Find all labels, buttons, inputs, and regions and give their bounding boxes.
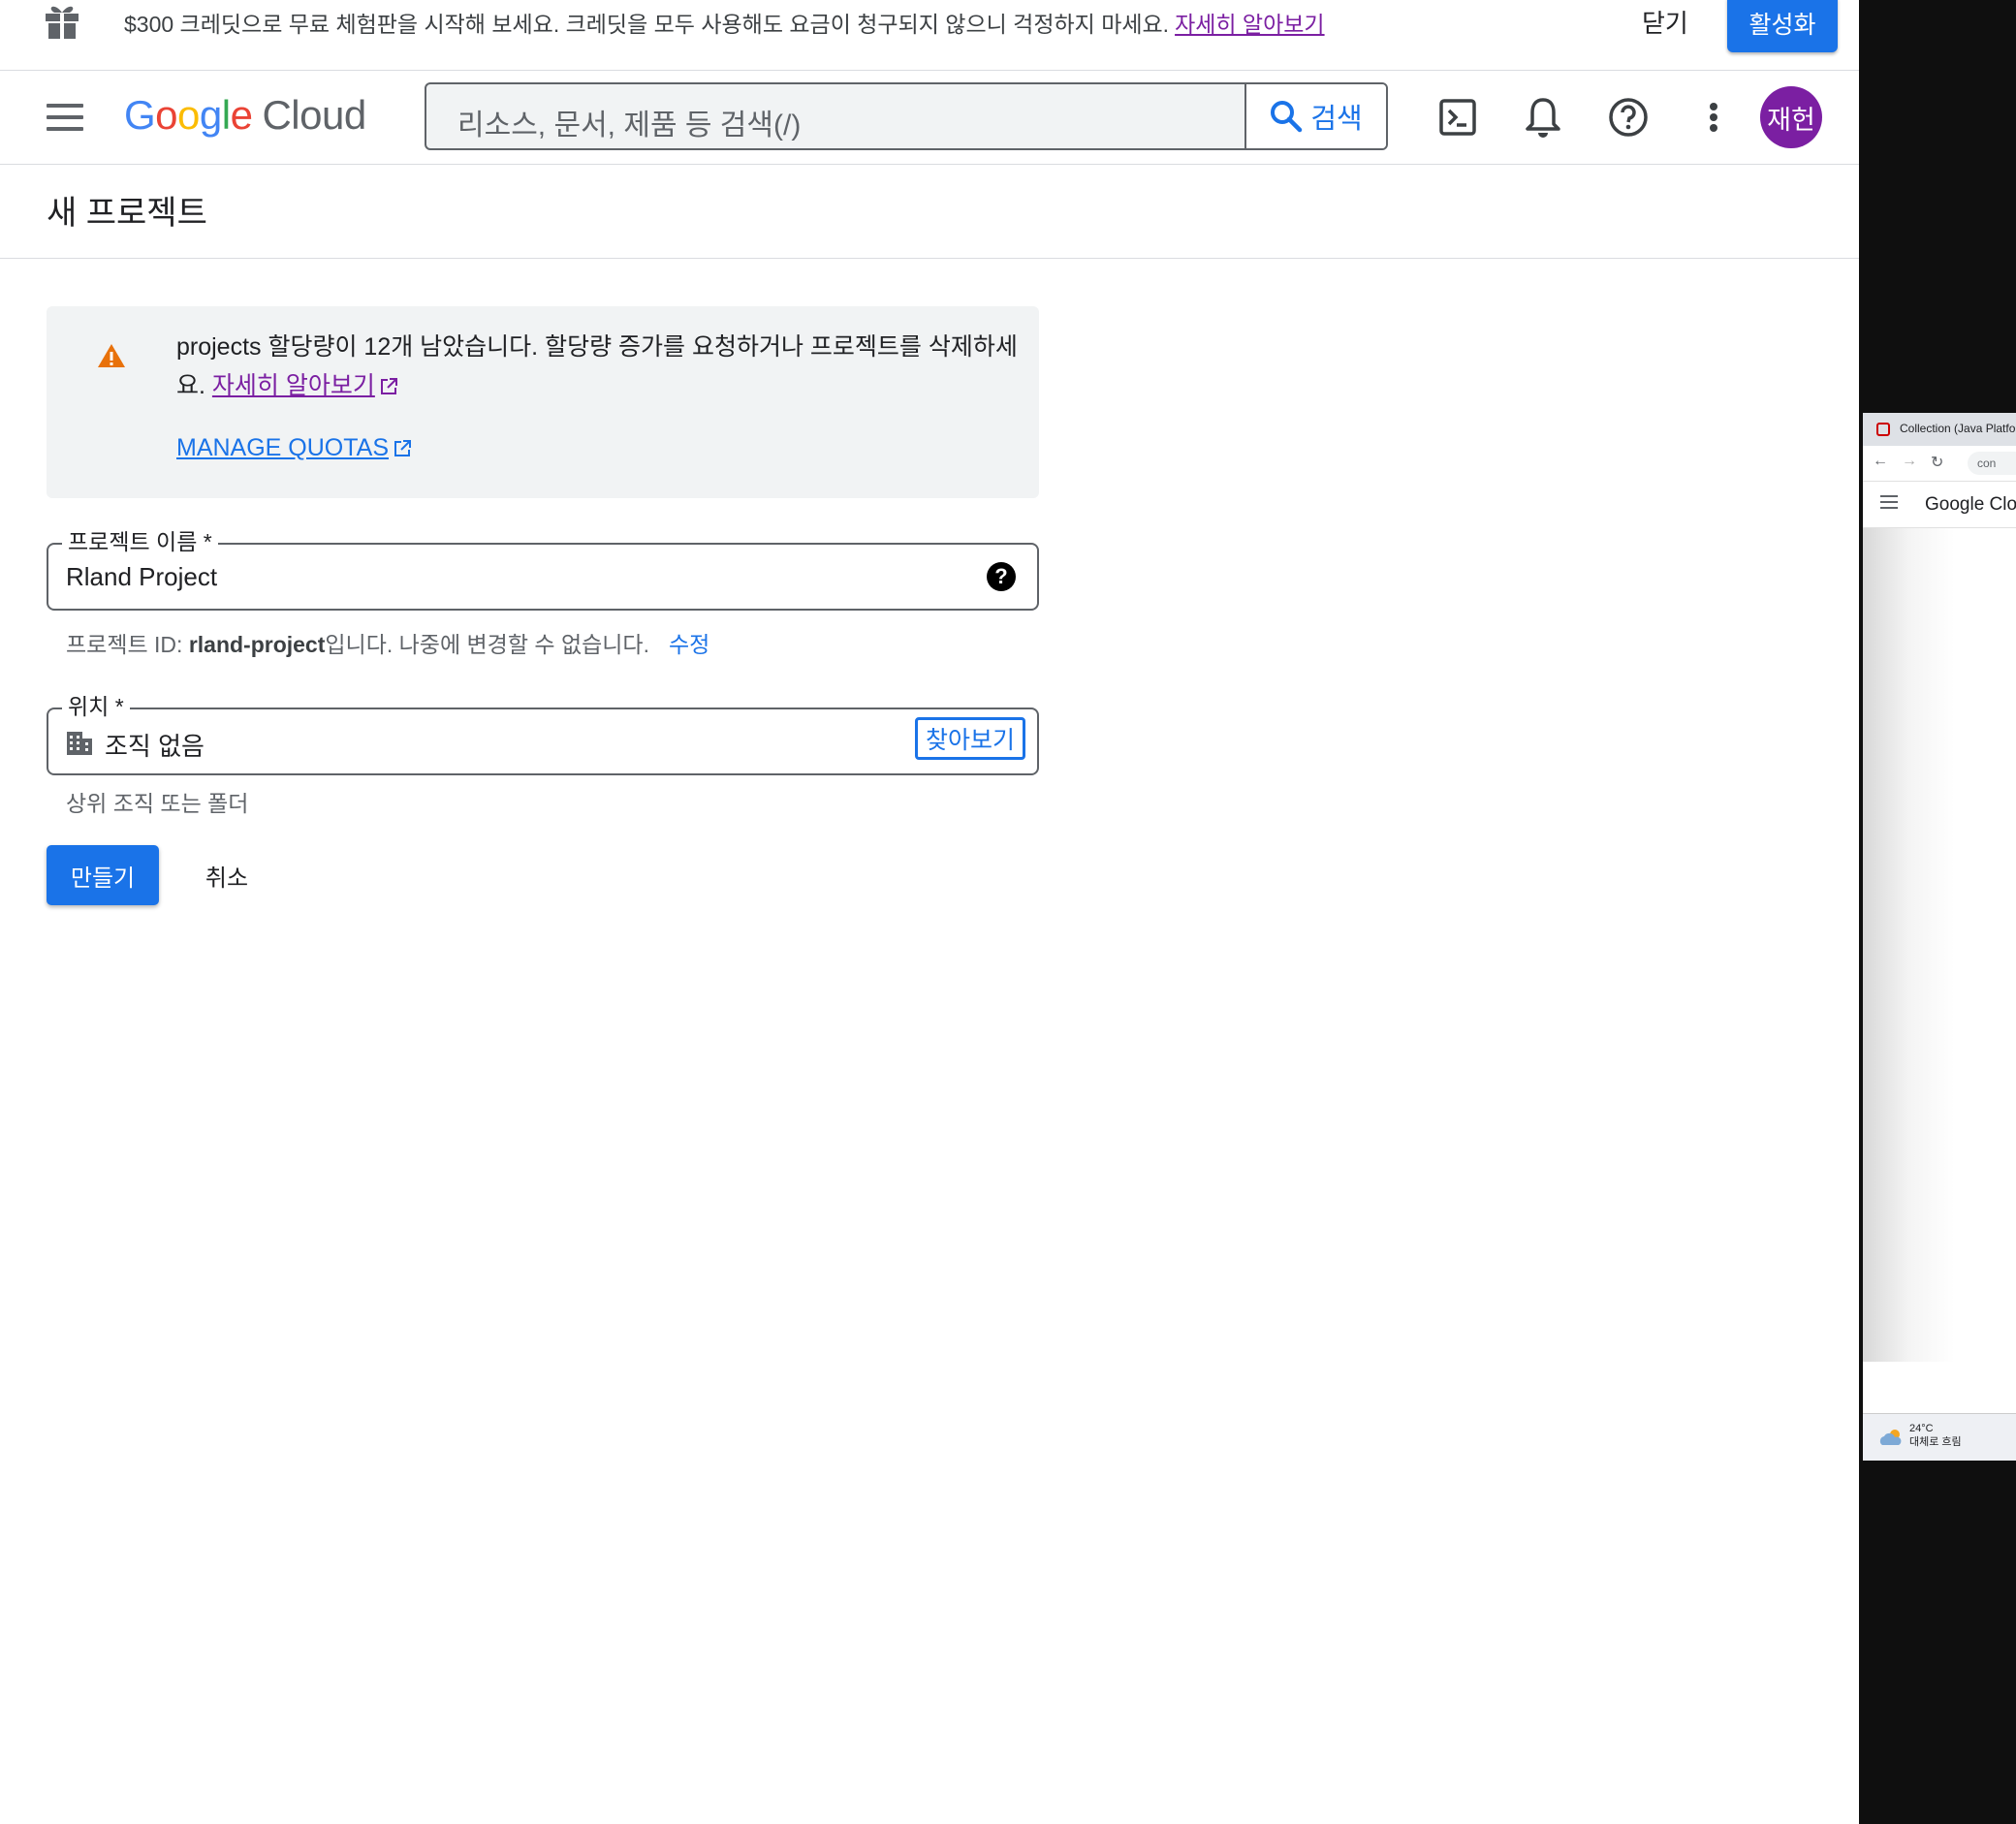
quota-warning: projects 할당량이 12개 남았습니다. 할당량 증가를 요청하거나 프… [47, 306, 1039, 498]
help-icon[interactable] [1603, 92, 1654, 142]
back-icon[interactable]: ← [1873, 453, 1888, 470]
weather-info: 24°C 대체로 흐림 [1909, 1422, 1962, 1449]
promo-learn-more-link[interactable]: 자세히 알아보기 [1175, 12, 1325, 37]
cancel-button[interactable]: 취소 [190, 845, 264, 905]
cloud-icon [1879, 1430, 1902, 1445]
search-icon [1271, 101, 1303, 133]
promo-text: $300 크레딧으로 무료 체험판을 시작해 보세요. 크레딧을 모두 사용해도… [124, 12, 1170, 37]
location-label: 위치 * [62, 688, 130, 721]
weather-desc: 대체로 흐림 [1909, 1436, 1962, 1448]
warning-message: projects 할당량이 12개 남았습니다. 할당량 증가를 요청하거나 프… [176, 328, 1020, 405]
side-window-strip: Collection (Java Platfo ← → ↻ con Google… [1859, 0, 2016, 1824]
search-bar[interactable]: 리소스, 문서, 제품 등 검색(/) 검색 [425, 82, 1388, 150]
browse-button[interactable]: 찾아보기 [915, 717, 1025, 760]
weather-temp: 24°C [1909, 1423, 1934, 1434]
building-icon [67, 732, 92, 755]
project-name-field[interactable]: 프로젝트 이름 * Rland Project ? [47, 523, 1039, 611]
search-input[interactable]: 리소스, 문서, 제품 등 검색(/) [457, 101, 801, 143]
manage-quotas-link[interactable]: MANAGE QUOTAS [176, 434, 412, 462]
google-cloud-logo[interactable]: Google Cloud [124, 92, 366, 139]
warning-icon [98, 344, 125, 367]
top-app-bar: Google Cloud 리소스, 문서, 제품 등 검색(/) 검색 재헌 [0, 71, 1859, 165]
main-page: $300 크레딧으로 무료 체험판을 시작해 보세요. 크레딧을 모두 사용해도… [0, 0, 1859, 1824]
location-field[interactable]: 위치 * 조직 없음 찾아보기 [47, 688, 1039, 775]
gift-icon [46, 6, 79, 39]
taskbar-weather[interactable]: 24°C 대체로 흐림 [1863, 1413, 2016, 1461]
warning-learn-more-link[interactable]: 자세히 알아보기 [212, 372, 375, 399]
location-value: 조직 없음 [105, 732, 205, 761]
favicon-icon [1876, 423, 1890, 436]
tab-title: Collection (Java Platfo [1900, 422, 2016, 435]
page-title: 새 프로젝트 [47, 195, 207, 232]
side-content [1863, 528, 2016, 1362]
menu-icon[interactable] [47, 104, 83, 131]
search-button-label: 검색 [1310, 104, 1363, 135]
project-id-edit-link[interactable]: 수정 [669, 632, 709, 657]
help-circle-icon[interactable]: ? [987, 562, 1016, 591]
activate-button[interactable]: 활성화 [1727, 0, 1838, 52]
side-gc-header: Google Clo [1863, 483, 2016, 528]
project-name-input[interactable]: Rland Project [66, 562, 217, 592]
more-vert-icon[interactable] [1688, 92, 1739, 142]
address-bar: ← → ↻ con [1863, 446, 2016, 482]
dismiss-button[interactable]: 닫기 [1642, 4, 1688, 40]
project-name-label: 프로젝트 이름 * [62, 523, 218, 556]
menu-icon[interactable] [1880, 495, 1898, 513]
create-button[interactable]: 만들기 [47, 845, 159, 905]
title-divider [0, 258, 1859, 259]
project-id-value: rland-project [188, 632, 326, 657]
forward-icon[interactable]: → [1902, 453, 1917, 470]
search-button[interactable]: 검색 [1244, 84, 1386, 148]
url-field[interactable]: con [1968, 452, 2016, 475]
google-cloud-logo: Google Clo [1925, 494, 2016, 515]
avatar[interactable]: 재헌 [1760, 86, 1822, 148]
bell-icon[interactable] [1518, 92, 1568, 142]
external-link-icon [394, 440, 412, 456]
reload-icon[interactable]: ↻ [1931, 453, 1943, 472]
promo-banner: $300 크레딧으로 무료 체험판을 시작해 보세요. 크레딧을 모두 사용해도… [0, 0, 1859, 71]
external-link-icon [380, 378, 397, 394]
project-id-info: 프로젝트 ID: rland-project입니다. 나중에 변경할 수 없습니… [66, 632, 710, 657]
manage-quotas-label: MANAGE QUOTAS [176, 434, 390, 461]
location-hint: 상위 조직 또는 폴더 [66, 791, 249, 816]
terminal-icon[interactable] [1433, 92, 1483, 142]
browser-tab[interactable]: Collection (Java Platfo [1863, 413, 2016, 446]
promo-message: $300 크레딧으로 무료 체험판을 시작해 보세요. 크레딧을 모두 사용해도… [124, 6, 1325, 39]
browser-window: Collection (Java Platfo ← → ↻ con Google… [1863, 413, 2016, 1461]
